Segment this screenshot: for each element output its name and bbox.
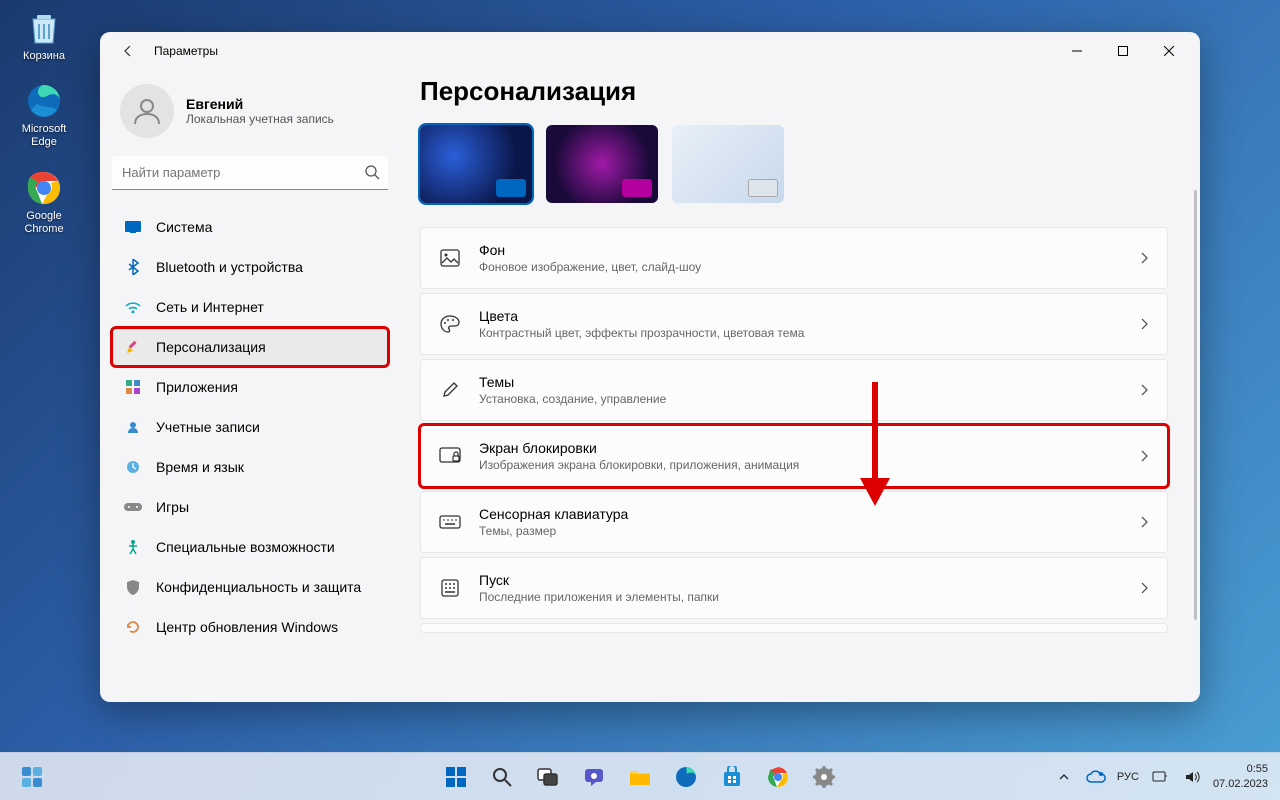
- keyboard-icon: [439, 511, 461, 533]
- nav-accounts[interactable]: Учетные записи: [112, 408, 388, 446]
- chrome-icon: [24, 168, 64, 208]
- window-title: Параметры: [154, 44, 218, 58]
- search-input[interactable]: [112, 156, 388, 190]
- nav-list: Система Bluetooth и устройства Сеть и Ин…: [112, 208, 388, 646]
- personalization-icon: [124, 338, 142, 356]
- settings-taskbar[interactable]: [804, 757, 844, 797]
- nav-time[interactable]: Время и язык: [112, 448, 388, 486]
- tray-overflow[interactable]: [1053, 773, 1075, 781]
- taskbar-center: [436, 757, 844, 797]
- image-icon: [439, 247, 461, 269]
- card-cut: [420, 623, 1168, 633]
- network-tray-icon[interactable]: [1149, 770, 1171, 784]
- close-button[interactable]: [1146, 35, 1192, 67]
- chevron-right-icon: [1141, 318, 1149, 330]
- nav-privacy[interactable]: Конфиденциальность и защита: [112, 568, 388, 606]
- explorer-button[interactable]: [620, 757, 660, 797]
- nav-network[interactable]: Сеть и Интернет: [112, 288, 388, 326]
- store-button[interactable]: [712, 757, 752, 797]
- nav-apps[interactable]: Приложения: [112, 368, 388, 406]
- nav-update[interactable]: Центр обновления Windows: [112, 608, 388, 646]
- user-subtitle: Локальная учетная запись: [186, 112, 334, 126]
- card-start[interactable]: ПускПоследние приложения и элементы, пап…: [420, 557, 1168, 619]
- card-themes[interactable]: ТемыУстановка, создание, управление: [420, 359, 1168, 421]
- theme-thumb-2[interactable]: [546, 125, 658, 203]
- theme-thumbnails: [420, 125, 1168, 203]
- chevron-right-icon: [1141, 252, 1149, 264]
- start-icon: [439, 577, 461, 599]
- search-box[interactable]: [112, 156, 388, 190]
- chevron-right-icon: [1141, 384, 1149, 396]
- edge-taskbar[interactable]: [666, 757, 706, 797]
- card-background[interactable]: ФонФоновое изображение, цвет, слайд-шоу: [420, 227, 1168, 289]
- lockscreen-icon: [439, 445, 461, 467]
- back-button[interactable]: [118, 41, 138, 61]
- chrome-taskbar[interactable]: [758, 757, 798, 797]
- settings-window: Параметры Евгений Локальная учетная запи…: [100, 32, 1200, 702]
- card-lockscreen[interactable]: Экран блокировкиИзображения экрана блоки…: [420, 425, 1168, 487]
- task-view-button[interactable]: [528, 757, 568, 797]
- edge-icon: [24, 81, 64, 121]
- chevron-right-icon: [1141, 582, 1149, 594]
- desktop-icon-recycle[interactable]: Корзина: [8, 8, 80, 63]
- page-title: Персонализация: [420, 76, 1168, 107]
- maximize-button[interactable]: [1100, 35, 1146, 67]
- desktop-icon-chrome[interactable]: Google Chrome: [8, 168, 80, 236]
- system-tray: РУС 0:55 07.02.2023: [1053, 762, 1280, 791]
- nav-accessibility[interactable]: Специальные возможности: [112, 528, 388, 566]
- avatar-icon: [120, 84, 174, 138]
- nav-bluetooth[interactable]: Bluetooth и устройства: [112, 248, 388, 286]
- start-button[interactable]: [436, 757, 476, 797]
- volume-tray-icon[interactable]: [1181, 770, 1203, 784]
- nav-system[interactable]: Система: [112, 208, 388, 246]
- recycle-bin-icon: [24, 8, 64, 48]
- taskbar: РУС 0:55 07.02.2023: [0, 752, 1280, 800]
- network-icon: [124, 298, 142, 316]
- chevron-right-icon: [1141, 450, 1149, 462]
- palette-icon: [439, 313, 461, 335]
- chat-button[interactable]: [574, 757, 614, 797]
- chevron-right-icon: [1141, 516, 1149, 528]
- user-name: Евгений: [186, 96, 334, 112]
- desktop-icons: Корзина Microsoft Edge Google Chrome: [8, 8, 80, 236]
- sidebar: Евгений Локальная учетная запись Система…: [100, 70, 400, 702]
- theme-thumb-3[interactable]: [672, 125, 784, 203]
- card-touchkeyboard[interactable]: Сенсорная клавиатураТемы, размер: [420, 491, 1168, 553]
- onedrive-icon[interactable]: [1085, 770, 1107, 784]
- update-icon: [124, 618, 142, 636]
- user-section[interactable]: Евгений Локальная учетная запись: [112, 70, 388, 156]
- nav-gaming[interactable]: Игры: [112, 488, 388, 526]
- accounts-icon: [124, 418, 142, 436]
- taskbar-search[interactable]: [482, 757, 522, 797]
- brush-icon: [439, 379, 461, 401]
- lang-indicator[interactable]: РУС: [1117, 771, 1139, 783]
- main-content: Персонализация ФонФоновое изображение, ц…: [400, 70, 1200, 702]
- gaming-icon: [124, 498, 142, 516]
- system-icon: [124, 218, 142, 236]
- minimize-button[interactable]: [1054, 35, 1100, 67]
- nav-personalization[interactable]: Персонализация: [112, 328, 388, 366]
- scrollbar[interactable]: [1194, 190, 1197, 620]
- bluetooth-icon: [124, 258, 142, 276]
- accessibility-icon: [124, 538, 142, 556]
- clock[interactable]: 0:55 07.02.2023: [1213, 762, 1268, 791]
- theme-thumb-1[interactable]: [420, 125, 532, 203]
- title-bar: Параметры: [100, 32, 1200, 70]
- desktop-icon-edge[interactable]: Microsoft Edge: [8, 81, 80, 149]
- search-icon: [364, 164, 380, 180]
- card-colors[interactable]: ЦветаКонтрастный цвет, эффекты прозрачно…: [420, 293, 1168, 355]
- settings-cards: ФонФоновое изображение, цвет, слайд-шоу …: [420, 227, 1168, 633]
- widgets-button[interactable]: [12, 757, 52, 797]
- privacy-icon: [124, 578, 142, 596]
- apps-icon: [124, 378, 142, 396]
- time-icon: [124, 458, 142, 476]
